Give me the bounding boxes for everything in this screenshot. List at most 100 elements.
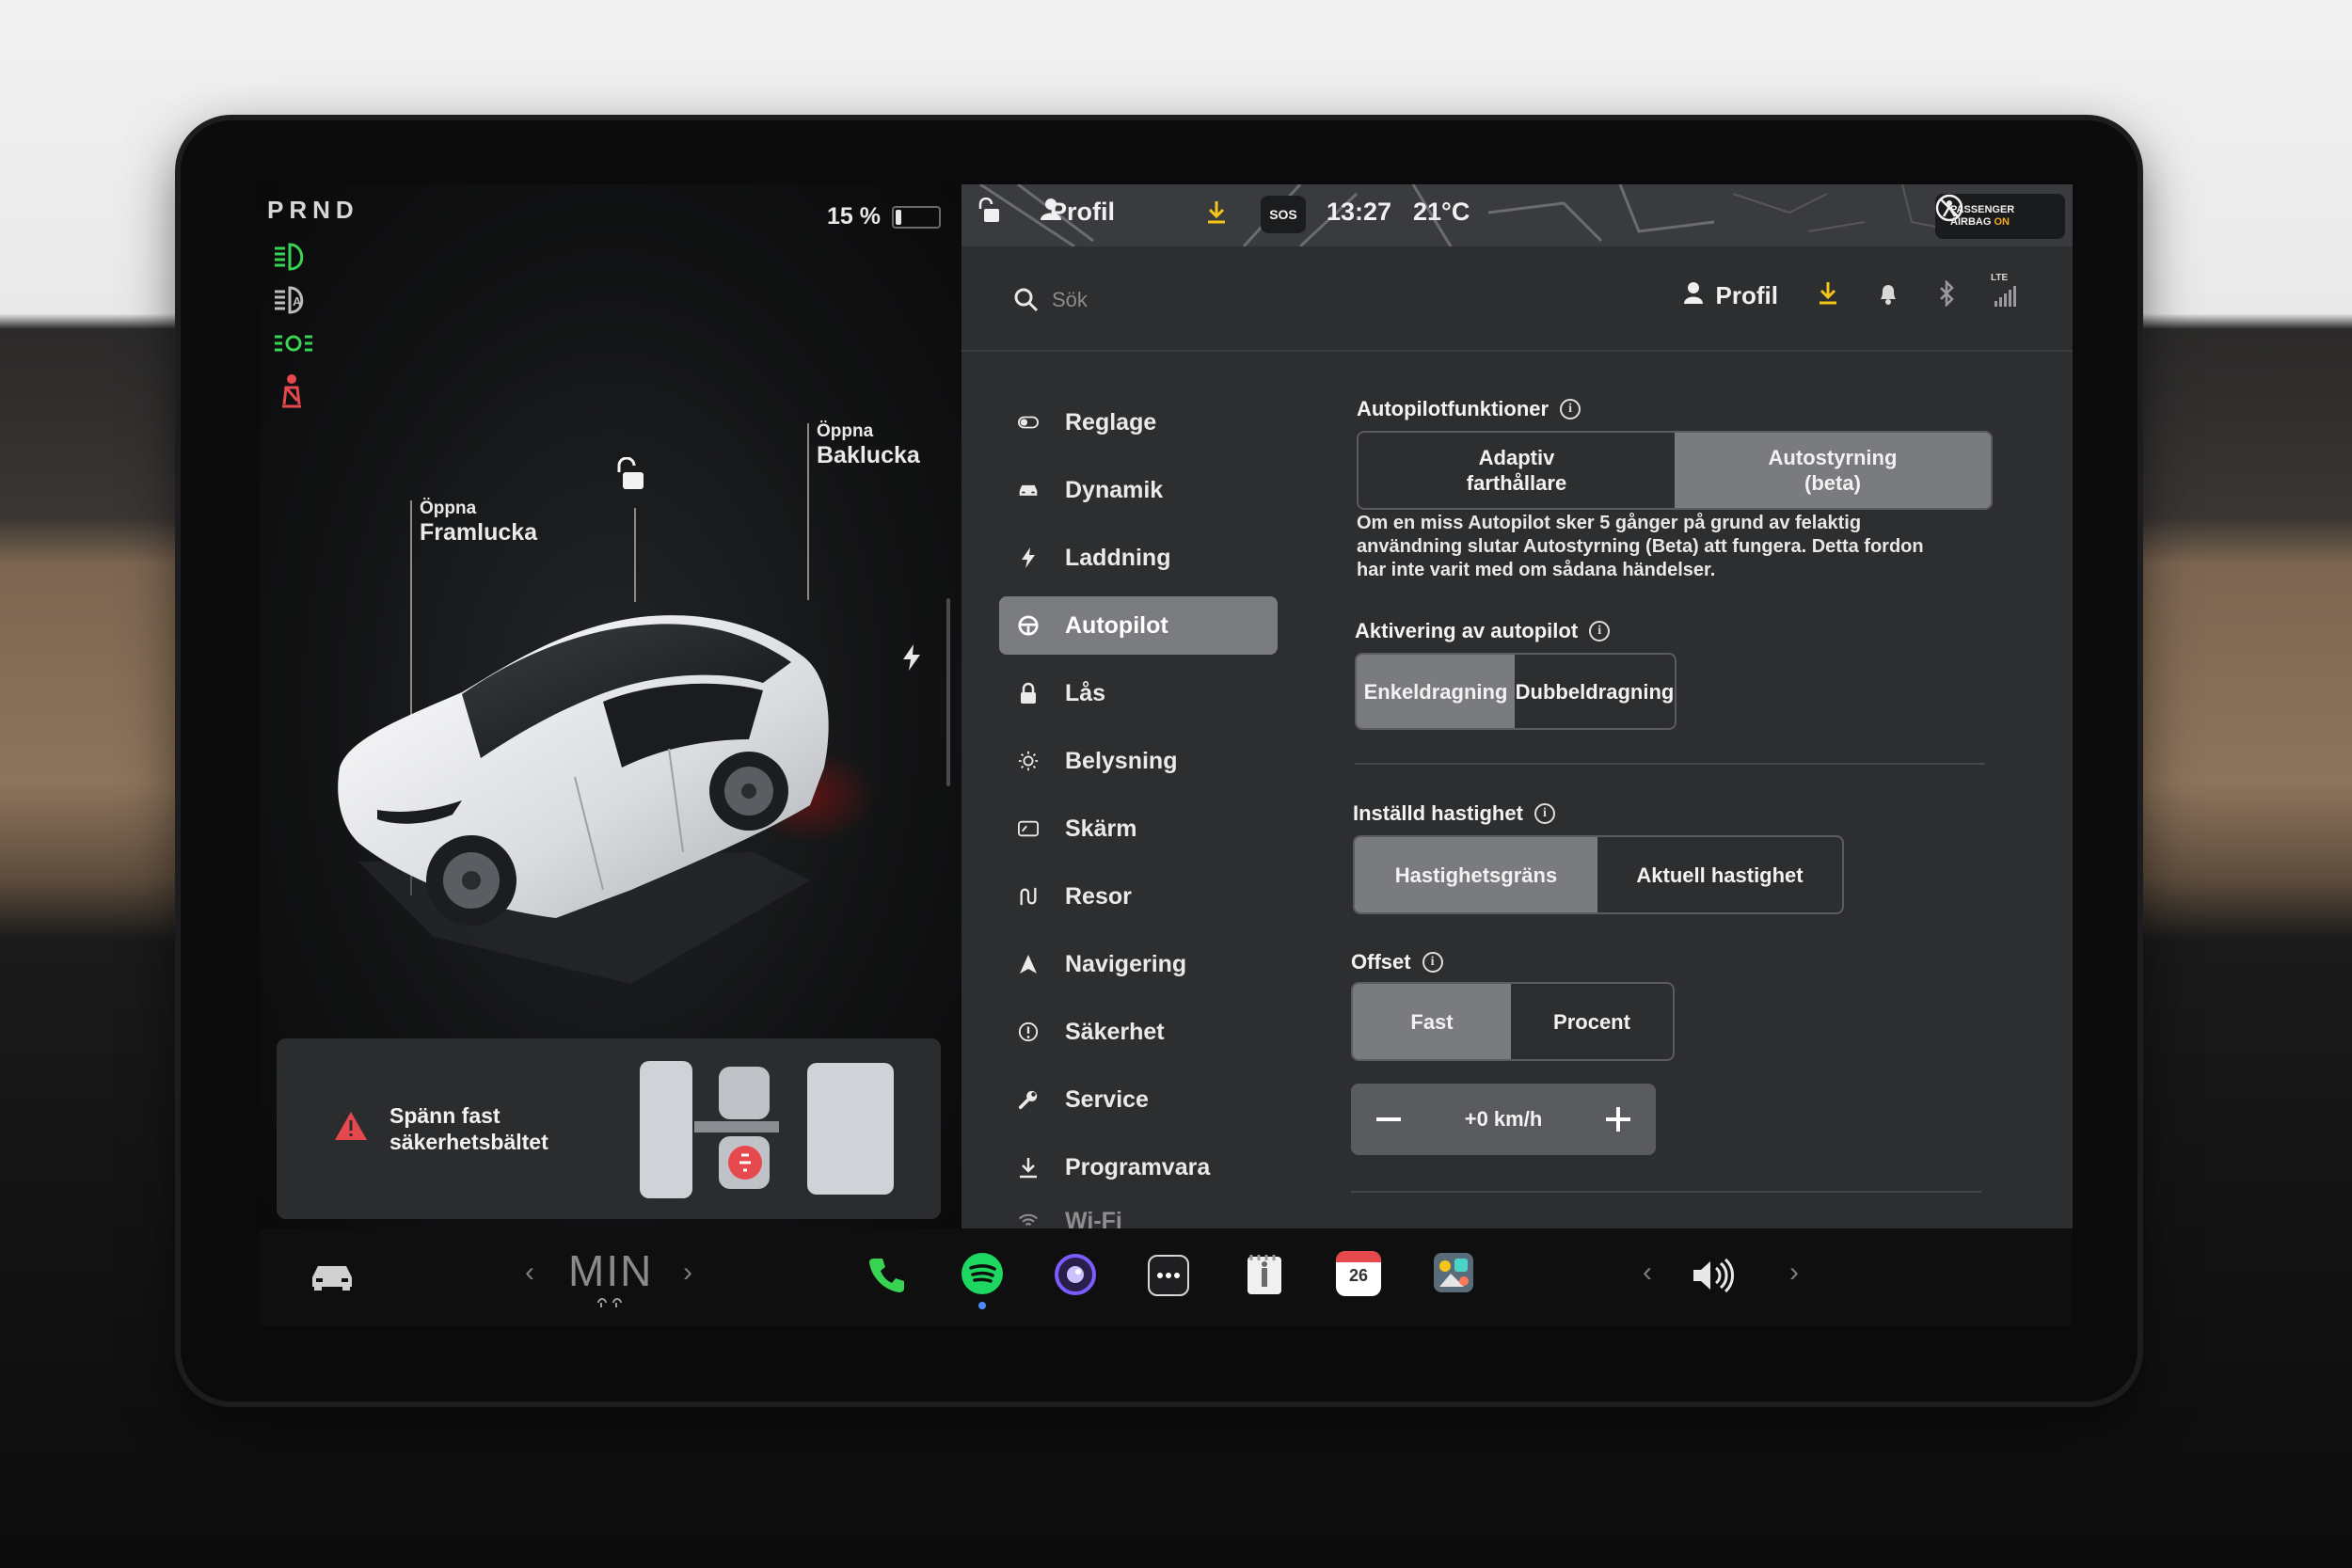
menu-item-reglage[interactable]: Reglage [999, 393, 1278, 451]
menu-item-sakerhet[interactable]: Säkerhet [999, 1003, 1278, 1061]
sun-icon [1018, 751, 1039, 771]
option-current-speed[interactable]: Aktuell hastighet [1597, 837, 1842, 912]
car-controls-icon[interactable] [309, 1260, 356, 1291]
car-illustration [321, 579, 885, 1012]
climate-left-chevron-icon[interactable]: ‹ [525, 1257, 534, 1289]
offset-title: Offset i [1351, 950, 1443, 974]
set-speed-title: Inställd hastighet i [1353, 801, 1555, 826]
seatbelt-alert-text: Spänn fast säkerhetsbältet [389, 1102, 548, 1155]
charge-port-icon[interactable] [901, 643, 922, 676]
seatbelt-warning-icon [273, 372, 314, 414]
features-title: Autopilotfunktioner i [1357, 397, 1581, 421]
alert-line-2: säkerhetsbältet [389, 1130, 548, 1154]
info-icon[interactable]: i [1534, 803, 1555, 824]
option-fixed[interactable]: Fast [1353, 984, 1511, 1059]
desc-line: Om en miss Autopilot sker 5 gånger på gr… [1357, 513, 1862, 533]
car-panel: PRND A 15 % Öppna Framlucka Öppna Bakluc… [260, 184, 961, 1228]
svg-text:A: A [293, 294, 302, 309]
volume-right-chevron-icon[interactable]: › [1789, 1257, 1799, 1289]
menu-item-autopilot[interactable]: Autopilot [999, 596, 1278, 655]
bottom-dock: ‹ MIN › 26 ‹ › [260, 1228, 2073, 1326]
bluetooth-icon[interactable] [1938, 278, 1955, 311]
activation-segmented-control: Enkeldragning Dubbeldragning [1355, 653, 1677, 730]
menu-item-service[interactable]: Service [999, 1070, 1278, 1129]
trips-icon [1018, 886, 1039, 907]
info-icon[interactable]: i [1422, 952, 1443, 973]
option-double-pull[interactable]: Dubbeldragning [1515, 655, 1675, 728]
menu-label: Resor [1065, 882, 1132, 910]
download-icon [1018, 1157, 1039, 1179]
clock: 13:27 [1327, 198, 1392, 226]
increment-button[interactable] [1599, 1101, 1637, 1138]
option-line: (beta) [1804, 471, 1861, 495]
info-icon[interactable]: i [1589, 621, 1611, 641]
menu-item-resor[interactable]: Resor [999, 867, 1278, 926]
option-percent[interactable]: Procent [1511, 984, 1673, 1059]
info-icon[interactable]: i [1560, 399, 1581, 420]
parking-lights-icon [273, 327, 314, 369]
settings-header: Profil LTE [961, 246, 2073, 352]
download-icon[interactable] [1818, 280, 1838, 311]
menu-item-navigering[interactable]: Navigering [999, 935, 1278, 993]
bell-icon[interactable] [1878, 281, 1899, 310]
trunk-leader-line [807, 423, 809, 600]
sos-label: SOS [1261, 196, 1306, 233]
battery-indicator: 15 % [827, 203, 941, 230]
navigation-icon [1018, 954, 1039, 974]
menu-label: Laddning [1065, 544, 1171, 571]
option-single-pull[interactable]: Enkeldragning [1357, 655, 1515, 728]
offset-value: +0 km/h [1464, 1107, 1543, 1131]
toybox-icon[interactable] [1432, 1251, 1475, 1294]
sos-button[interactable]: SOS [1261, 196, 1306, 233]
safety-icon [1018, 1022, 1039, 1042]
display-icon [1018, 818, 1039, 839]
frunk-button[interactable]: Öppna Framlucka [420, 499, 537, 546]
status-profile-button[interactable]: Profil [1041, 198, 1115, 227]
calendar-icon[interactable]: 26 [1336, 1251, 1381, 1296]
menu-label: Service [1065, 1085, 1149, 1113]
menu-label: Skärm [1065, 815, 1137, 842]
volume-icon[interactable] [1690, 1257, 1737, 1294]
header-profile-button[interactable]: Profil [1683, 281, 1778, 310]
option-speed-limit[interactable]: Hastighetsgräns [1355, 837, 1597, 912]
lte-signal-icon: LTE [1991, 273, 2016, 307]
lock-icon [1018, 682, 1039, 704]
search-input[interactable] [1009, 280, 1336, 320]
divider [1355, 763, 1985, 765]
desc-line: användning slutar Autostyrning (Beta) at… [1357, 536, 1924, 557]
volume-left-chevron-icon[interactable]: ‹ [1643, 1257, 1652, 1289]
menu-item-belysning[interactable]: Belysning [999, 732, 1278, 790]
spotify-icon[interactable] [960, 1251, 1005, 1309]
menu-item-laddning[interactable]: Laddning [999, 529, 1278, 587]
menu-item-dynamik[interactable]: Dynamik [999, 461, 1278, 519]
menu-item-skarm[interactable]: Skärm [999, 800, 1278, 858]
release-notes-icon[interactable] [1244, 1253, 1285, 1296]
trunk-action: Öppna [817, 421, 874, 441]
camera-icon[interactable] [1054, 1253, 1097, 1296]
map-background [979, 184, 1960, 246]
option-adaptive-cruise[interactable]: Adaptiv farthållare [1359, 433, 1675, 508]
alert-line-1: Spänn fast [389, 1103, 501, 1128]
header-icons: Profil LTE [1683, 273, 2016, 311]
auto-high-beam-icon: A [273, 284, 314, 325]
unlock-icon[interactable] [613, 456, 644, 491]
menu-item-las[interactable]: Lås [999, 664, 1278, 722]
header-profile-label: Profil [1715, 281, 1778, 309]
more-apps-icon[interactable] [1148, 1255, 1189, 1296]
set-speed-title-text: Inställd hastighet [1353, 801, 1523, 825]
climate-control[interactable]: MIN [568, 1245, 653, 1313]
headlight-icon [273, 241, 314, 282]
option-line: farthållare [1466, 471, 1567, 495]
option-autosteer[interactable]: Autostyrning (beta) [1675, 433, 1991, 508]
trunk-button[interactable]: Öppna Baklucka [817, 421, 920, 469]
menu-item-programvara[interactable]: Programvara [999, 1138, 1278, 1196]
decrement-button[interactable] [1370, 1101, 1407, 1138]
menu-label: Säkerhet [1065, 1018, 1165, 1045]
menu-label: Autopilot [1065, 611, 1168, 639]
climate-right-chevron-icon[interactable]: › [683, 1257, 692, 1289]
phone-icon[interactable] [867, 1255, 907, 1294]
panel-scrollbar[interactable] [946, 598, 950, 786]
menu-label: Programvara [1065, 1153, 1211, 1180]
divider [1351, 1191, 1981, 1193]
trunk-label: Baklucka [817, 442, 920, 468]
